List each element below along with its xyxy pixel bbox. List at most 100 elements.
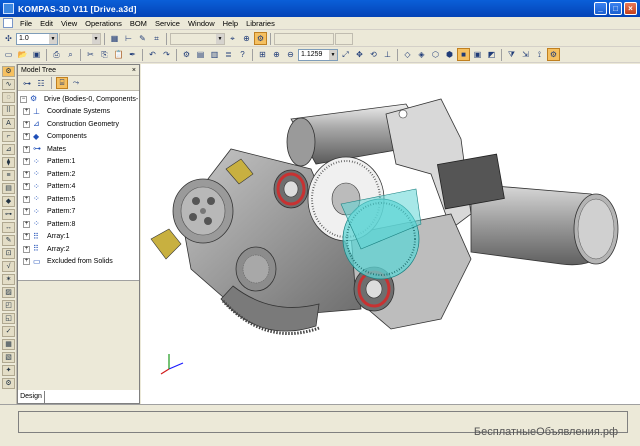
tree-item[interactable]: + ⁘ Pattern:4 xyxy=(20,181,139,194)
manager-icon[interactable]: ▥ xyxy=(208,48,221,61)
no-hidden-icon[interactable]: ⬢ xyxy=(443,48,456,61)
wireframe-icon[interactable]: ◇ xyxy=(401,48,414,61)
expand-icon[interactable]: + xyxy=(23,158,30,166)
pencil-icon[interactable]: ✎ xyxy=(136,32,149,45)
print-preview-icon[interactable]: ⌕ xyxy=(64,48,77,61)
redo-icon[interactable]: ↷ xyxy=(160,48,173,61)
close-icon[interactable]: × xyxy=(132,67,136,74)
expand-icon[interactable]: + xyxy=(23,245,30,253)
menu-libraries[interactable]: Libraries xyxy=(242,19,279,28)
snap-active-icon[interactable]: ⚙ xyxy=(254,32,267,45)
coord-y-field[interactable] xyxy=(335,32,353,45)
annotations-icon[interactable]: ✎ xyxy=(2,235,15,246)
cut-icon[interactable]: ✂ xyxy=(84,48,97,61)
shaded-edges-icon[interactable]: ▣ xyxy=(471,48,484,61)
expand-icon[interactable]: + xyxy=(23,233,30,241)
tree-item[interactable]: + ◆ Components xyxy=(20,131,139,144)
zoom-window-icon[interactable]: ⊞ xyxy=(256,48,269,61)
tree-item[interactable]: + ⠿ Array:1 xyxy=(20,231,139,244)
symbols-icon[interactable]: ✶ xyxy=(2,274,15,285)
model-viewport[interactable] xyxy=(141,64,640,404)
maximize-button[interactable]: □ xyxy=(609,2,622,15)
menu-operations[interactable]: Operations xyxy=(81,19,126,28)
tree-structure-icon[interactable]: ⊶ xyxy=(21,77,33,89)
expand-icon[interactable]: + xyxy=(23,258,30,266)
tree-item[interactable]: + ⊿ Construction Geometry xyxy=(20,118,139,131)
layer-combo[interactable]: ▼ xyxy=(59,32,101,45)
menu-view[interactable]: View xyxy=(57,19,81,28)
hidden-lines-icon[interactable]: ◈ xyxy=(415,48,428,61)
zoom-out-icon[interactable]: ⊖ xyxy=(284,48,297,61)
expand-icon[interactable]: + xyxy=(23,195,30,203)
tree-item[interactable]: − ⚙ Drive (Bodies-0, Components- xyxy=(20,93,139,106)
tree-item[interactable]: + ⊶ Mates xyxy=(20,143,139,156)
tab-design[interactable]: Design xyxy=(17,391,45,404)
menu-edit[interactable]: Edit xyxy=(36,19,57,28)
tree-item[interactable]: + ▭ Excluded from Solids xyxy=(20,256,139,269)
tree-item[interactable]: + ⠿ Array:2 xyxy=(20,243,139,256)
blocks-icon[interactable]: ▦ xyxy=(2,339,15,350)
print-icon[interactable]: ⎙ xyxy=(50,48,63,61)
spatial-curves-icon[interactable]: ∿ xyxy=(2,79,15,90)
help-pointer-icon[interactable]: ? xyxy=(236,48,249,61)
select-icon[interactable]: ⇲ xyxy=(519,48,532,61)
surfaces-icon[interactable]: ◌ xyxy=(2,92,15,103)
ortho-icon[interactable]: ⊢ xyxy=(122,32,135,45)
menu-bom[interactable]: BOM xyxy=(126,19,151,28)
tree-filter-icon[interactable]: ⌸ xyxy=(56,77,68,89)
scale-combo[interactable]: 1.0 ▼ xyxy=(16,32,58,45)
tree-item[interactable]: + ⁘ Pattern:7 xyxy=(20,206,139,219)
menu-window[interactable]: Window xyxy=(184,19,219,28)
expand-icon[interactable]: + xyxy=(23,220,30,228)
minimize-button[interactable]: _ xyxy=(594,2,607,15)
tree-item[interactable]: + ⁘ Pattern:5 xyxy=(20,193,139,206)
measure-icon[interactable]: ⟟ xyxy=(533,48,546,61)
tree-item[interactable]: + ⊥ Coordinate Systems xyxy=(20,106,139,119)
pan-icon[interactable]: ✥ xyxy=(353,48,366,61)
specification-icon[interactable]: ≡ xyxy=(2,170,15,181)
shaded-icon[interactable]: ■ xyxy=(457,48,470,61)
rotate-icon[interactable]: ⟲ xyxy=(367,48,380,61)
zoom-combo[interactable]: 1.1259 ▼ xyxy=(298,48,338,61)
ruler-icon[interactable]: ⌗ xyxy=(150,32,163,45)
expand-icon[interactable]: + xyxy=(23,133,30,141)
library-icon[interactable]: ▤ xyxy=(194,48,207,61)
open-folder-icon[interactable]: 📂 xyxy=(16,48,29,61)
properties-icon[interactable]: ≣ xyxy=(222,48,235,61)
filter-icon[interactable]: ⧩ xyxy=(505,48,518,61)
library-tools-icon[interactable]: ▧ xyxy=(2,352,15,363)
perspective-icon[interactable]: ◩ xyxy=(485,48,498,61)
orientation-icon[interactable]: ⊥ xyxy=(381,48,394,61)
new-document-icon[interactable]: ▭ xyxy=(2,48,15,61)
zoom-all-icon[interactable]: ⤢ xyxy=(339,48,352,61)
design-checker-icon[interactable]: ✓ xyxy=(2,326,15,337)
expand-icon[interactable]: + xyxy=(23,120,30,128)
component-icon[interactable]: ⚙ xyxy=(547,48,560,61)
measure-tools-icon[interactable]: ⊿ xyxy=(2,144,15,155)
variables-icon[interactable]: ⚙ xyxy=(180,48,193,61)
tools-icon[interactable]: ✦ xyxy=(2,365,15,376)
tree-item[interactable]: + ⁘ Pattern:1 xyxy=(20,156,139,169)
tree-item[interactable]: + ⁘ Pattern:2 xyxy=(20,168,139,181)
close-button[interactable]: × xyxy=(624,2,637,15)
editing-assembly-icon[interactable]: ⚙ xyxy=(2,66,15,77)
hatch-icon[interactable]: ▨ xyxy=(2,287,15,298)
reports-icon[interactable]: ▤ xyxy=(2,183,15,194)
hidden-thin-icon[interactable]: ⬡ xyxy=(429,48,442,61)
menu-service[interactable]: Service xyxy=(151,19,184,28)
format-painter-icon[interactable]: ✒ xyxy=(126,48,139,61)
style-combo[interactable]: ▼ xyxy=(170,32,225,45)
expand-icon[interactable]: + xyxy=(23,145,30,153)
grid-icon[interactable]: ▦ xyxy=(108,32,121,45)
arrays-icon[interactable]: ⠿ xyxy=(2,105,15,116)
views-icon[interactable]: ◱ xyxy=(2,313,15,324)
menu-help[interactable]: Help xyxy=(219,19,242,28)
tolerances-icon[interactable]: ⊡ xyxy=(2,248,15,259)
coords-icon[interactable]: ⌖ xyxy=(226,32,239,45)
paste-icon[interactable]: 📋 xyxy=(112,48,125,61)
copy-icon[interactable]: ⎘ xyxy=(98,48,111,61)
zoom-in-icon[interactable]: ⊕ xyxy=(270,48,283,61)
expand-icon[interactable]: + xyxy=(23,183,30,191)
auxiliary-geometry-icon[interactable]: A xyxy=(2,118,15,129)
snap-icon[interactable]: ✣ xyxy=(2,32,15,45)
